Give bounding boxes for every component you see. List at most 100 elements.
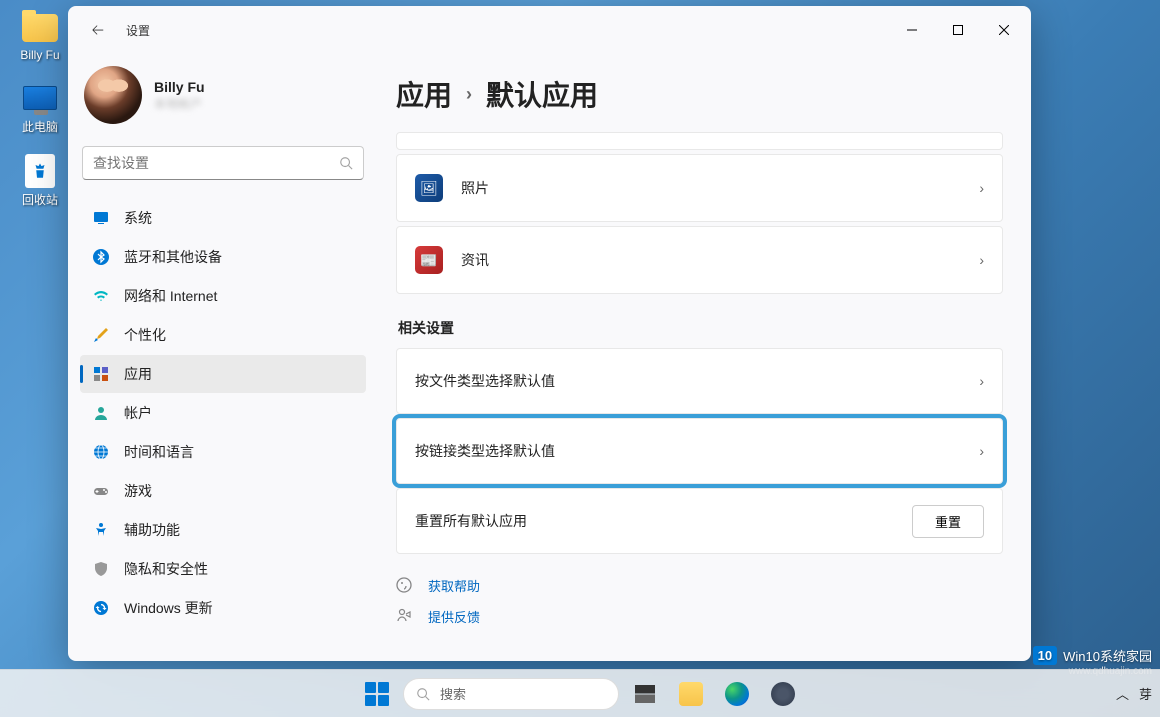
- breadcrumb-root[interactable]: 应用: [396, 74, 452, 114]
- sidebar-item-accessibility[interactable]: 辅助功能: [80, 511, 366, 549]
- privacy-icon: [92, 560, 110, 578]
- watermark-brand: Win10系统家园: [1063, 646, 1152, 665]
- sidebar-item-gaming[interactable]: 游戏: [80, 472, 366, 510]
- sidebar-item-apps[interactable]: 应用: [80, 355, 366, 393]
- news-icon: 📰: [415, 246, 443, 274]
- back-button[interactable]: [80, 12, 116, 48]
- sidebar: Billy Fu 本地帐户 系统蓝牙和其他设备网络和 Internet 个性化应用…: [68, 54, 378, 661]
- taskbar-explorer[interactable]: [671, 674, 711, 714]
- desktop-this-pc[interactable]: 此电脑: [10, 80, 70, 135]
- nav: 系统蓝牙和其他设备网络和 Internet 个性化应用帐户时间和语言游戏辅助功能隐…: [80, 198, 366, 653]
- tray-chevron-icon[interactable]: ︿: [1116, 684, 1129, 703]
- taskbar: 搜索 ︿ 芽: [0, 669, 1160, 717]
- card-label: 资讯: [461, 250, 979, 270]
- desktop-icon-label: 此电脑: [10, 118, 70, 135]
- link-feedback[interactable]: 提供反馈: [396, 607, 1003, 626]
- chevron-right-icon: ›: [466, 84, 472, 105]
- nav-label: 帐户: [124, 403, 152, 423]
- card-overflow-top: [396, 132, 1003, 150]
- taskbar-edge[interactable]: [717, 674, 757, 714]
- nav-label: 应用: [124, 364, 152, 384]
- nav-label: 个性化: [124, 325, 166, 345]
- sidebar-item-update[interactable]: Windows 更新: [80, 589, 366, 627]
- settings-icon: [771, 682, 795, 706]
- link-text: 提供反馈: [428, 607, 480, 626]
- maximize-icon: [953, 25, 963, 35]
- close-icon: [999, 25, 1009, 35]
- taskbar-search[interactable]: 搜索: [403, 678, 619, 710]
- start-button[interactable]: [357, 674, 397, 714]
- recycle-icon: [25, 154, 55, 188]
- photos-icon: 🖼: [415, 174, 443, 202]
- main-content: 应用 › 默认应用 🖼照片›📰资讯› 相关设置 按文件类型选择默认值›按链接类型…: [378, 54, 1031, 661]
- chevron-right-icon: ›: [979, 443, 984, 459]
- task-view-icon: [635, 685, 655, 703]
- time-icon: [92, 443, 110, 461]
- network-icon: [92, 287, 110, 305]
- window-title: 设置: [126, 22, 150, 39]
- search-icon: [339, 156, 353, 170]
- search-input[interactable]: [93, 155, 339, 171]
- personalization-icon: [92, 326, 110, 344]
- pc-icon: [23, 86, 57, 110]
- help-icon: [396, 577, 414, 595]
- arrow-left-icon: [91, 23, 105, 37]
- desktop-recycle-bin[interactable]: 回收站: [10, 153, 70, 208]
- profile[interactable]: Billy Fu 本地帐户: [80, 62, 366, 140]
- search-box[interactable]: [82, 146, 364, 180]
- nav-label: 系统: [124, 208, 152, 228]
- desktop-icon-label: 回收站: [10, 191, 70, 208]
- maximize-button[interactable]: [935, 14, 981, 46]
- windows-icon: [365, 682, 389, 706]
- chevron-right-icon: ›: [979, 373, 984, 389]
- sidebar-item-personalization[interactable]: 个性化: [80, 316, 366, 354]
- minimize-icon: [907, 25, 917, 35]
- setting-label: 按文件类型选择默认值: [415, 371, 979, 391]
- sidebar-item-system[interactable]: 系统: [80, 199, 366, 237]
- nav-label: 时间和语言: [124, 442, 194, 462]
- titlebar: 设置: [68, 6, 1031, 54]
- sidebar-item-bluetooth[interactable]: 蓝牙和其他设备: [80, 238, 366, 276]
- setting-by-file-type[interactable]: 按文件类型选择默认值›: [396, 348, 1003, 414]
- nav-label: 辅助功能: [124, 520, 180, 540]
- related-settings-header: 相关设置: [398, 318, 1003, 338]
- sidebar-item-privacy[interactable]: 隐私和安全性: [80, 550, 366, 588]
- search-icon: [416, 687, 430, 701]
- folder-icon: [22, 14, 58, 42]
- desktop-folder-billy-fu[interactable]: Billy Fu: [10, 10, 70, 62]
- feedback-icon: [396, 608, 414, 626]
- nav-label: 游戏: [124, 481, 152, 501]
- profile-subtitle: 本地帐户: [154, 95, 205, 112]
- chevron-right-icon: ›: [979, 252, 984, 268]
- sidebar-item-network[interactable]: 网络和 Internet: [80, 277, 366, 315]
- setting-reset-all[interactable]: 重置所有默认应用重置: [396, 488, 1003, 554]
- sidebar-item-accounts[interactable]: 帐户: [80, 394, 366, 432]
- minimize-button[interactable]: [889, 14, 935, 46]
- nav-label: 隐私和安全性: [124, 559, 208, 579]
- profile-name: Billy Fu: [154, 79, 205, 95]
- reset-button[interactable]: 重置: [912, 505, 984, 538]
- tray-ime[interactable]: 芽: [1139, 684, 1152, 703]
- breadcrumb: 应用 › 默认应用: [396, 74, 1003, 114]
- taskbar-search-placeholder: 搜索: [440, 684, 466, 703]
- sidebar-item-time[interactable]: 时间和语言: [80, 433, 366, 471]
- accounts-icon: [92, 404, 110, 422]
- nav-label: 蓝牙和其他设备: [124, 247, 222, 267]
- link-text: 获取帮助: [428, 576, 480, 595]
- nav-label: Windows 更新: [124, 598, 213, 618]
- desktop-icon-label: Billy Fu: [10, 48, 70, 62]
- taskbar-settings[interactable]: [763, 674, 803, 714]
- link-help[interactable]: 获取帮助: [396, 576, 1003, 595]
- settings-window: 设置 Billy Fu 本地帐户 系统蓝牙和其他设备网络和 Internet 个性…: [68, 6, 1031, 661]
- app-card-photos[interactable]: 🖼照片›: [396, 154, 1003, 222]
- setting-label: 按链接类型选择默认值: [415, 441, 979, 461]
- apps-icon: [92, 365, 110, 383]
- gaming-icon: [92, 482, 110, 500]
- system-icon: [92, 209, 110, 227]
- task-view-button[interactable]: [625, 674, 665, 714]
- setting-by-link-type[interactable]: 按链接类型选择默认值›: [396, 418, 1003, 484]
- app-card-news[interactable]: 📰 资讯›: [396, 226, 1003, 294]
- close-button[interactable]: [981, 14, 1027, 46]
- accessibility-icon: [92, 521, 110, 539]
- system-tray[interactable]: ︿ 芽: [1116, 684, 1152, 703]
